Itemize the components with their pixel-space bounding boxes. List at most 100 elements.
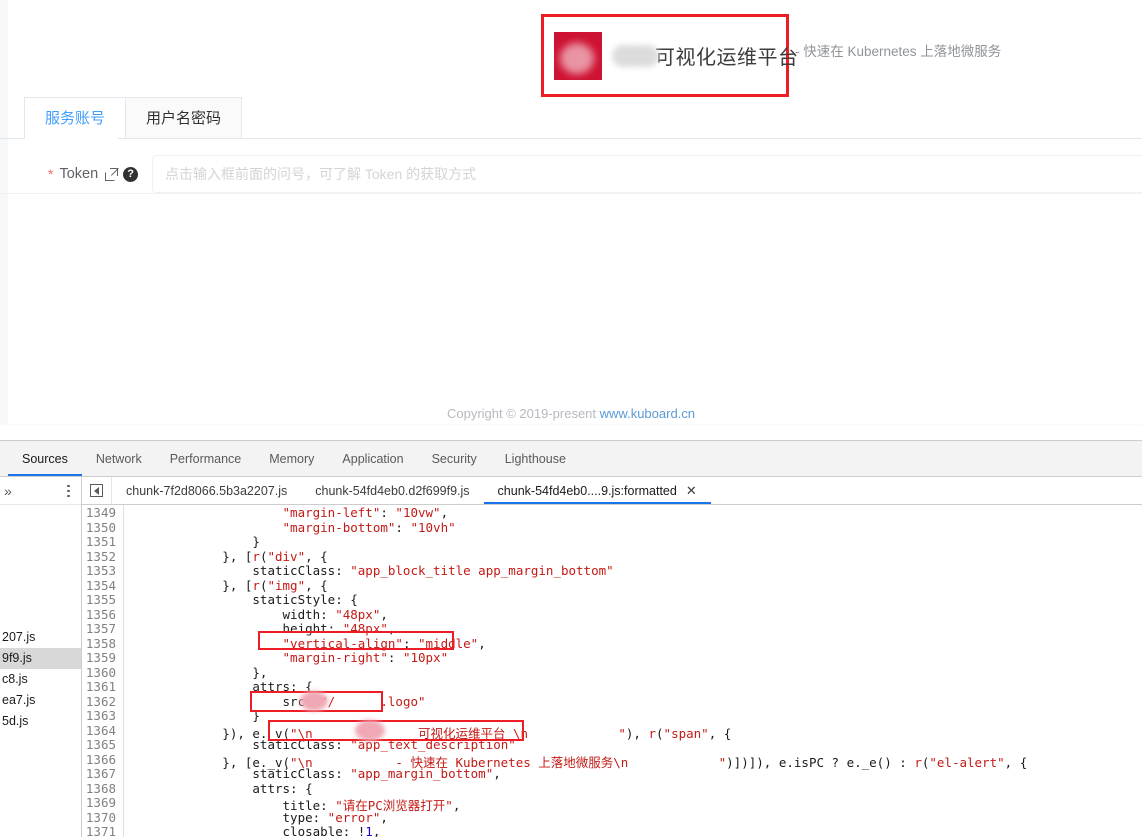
code-line: 1359 "margin-right": "10px" xyxy=(82,650,1142,665)
kuboard-logo-icon xyxy=(554,31,602,80)
nav-file-item[interactable]: c8.js xyxy=(0,669,81,690)
devtools-body: » 207.js 9f9.js c8.js ea7.js 5d.js chunk… xyxy=(0,477,1142,837)
brand-header-highlight-box: 可视化运维平台 xyxy=(541,14,798,97)
code-text: }, [r("div", { xyxy=(132,548,328,564)
code-line: 1371 closable: !1, xyxy=(82,824,1142,837)
code-line: 1355 staticStyle: { xyxy=(82,592,1142,607)
code-text: staticClass: "app_text_description" xyxy=(132,737,516,752)
token-label-text: Token xyxy=(59,166,99,182)
token-form-row: * Token ? xyxy=(0,155,1142,193)
active-tab-connector xyxy=(25,138,118,139)
code-line: 1354 }, [r("img", { xyxy=(82,577,1142,593)
tabs-divider xyxy=(0,138,1142,139)
devtools-panel: Sources Network Performance Memory Appli… xyxy=(0,440,1142,837)
line-number: 1356 xyxy=(82,606,124,622)
collapse-sidebar-icon[interactable] xyxy=(82,477,112,504)
title-redaction-blur xyxy=(355,720,385,741)
editor-file-tabbar: chunk-7f2d8066.5b3a2207.js chunk-54fd4eb… xyxy=(82,477,1142,505)
code-line: 1362 src: "/ .logo" xyxy=(82,693,1142,709)
tab-service-account[interactable]: 服务账号 xyxy=(24,97,127,139)
line-number: 1353 xyxy=(82,563,124,578)
code-text: closable: !1, xyxy=(132,824,381,837)
code-line: 1350 "margin-bottom": "10vh" xyxy=(82,519,1142,535)
code-text: "margin-bottom": "10vh" xyxy=(282,519,456,535)
login-method-tabs: 服务账号 用户名密码 xyxy=(24,97,243,139)
code-line: 1370 type: "error", xyxy=(82,809,1142,825)
line-number: 1363 xyxy=(82,708,124,723)
code-text: }, [e._v("\n - 快速在 Kubernetes 上落地微服务\n "… xyxy=(132,754,1028,770)
code-line: 1357 height: "48px", xyxy=(82,621,1142,636)
devtools-tab-performance[interactable]: Performance xyxy=(156,441,256,476)
tab-username-password[interactable]: 用户名密码 xyxy=(126,97,243,139)
code-text: staticClass: "app_margin_bottom", xyxy=(132,766,501,781)
sources-navigator: » 207.js 9f9.js c8.js ea7.js 5d.js xyxy=(0,477,82,837)
code-line: 1361 attrs: { xyxy=(82,679,1142,694)
devtools-tab-lighthouse[interactable]: Lighthouse xyxy=(491,441,580,476)
devtools-tab-security[interactable]: Security xyxy=(418,441,491,476)
code-text: staticStyle: { xyxy=(132,592,358,607)
code-line: 1349 "margin-left": "10vw", xyxy=(82,505,1142,520)
nav-file-item[interactable]: 207.js xyxy=(0,627,81,648)
line-number: 1366 xyxy=(82,751,124,767)
code-line: 1352 }, [r("div", { xyxy=(82,548,1142,564)
devtools-tab-sources[interactable]: Sources xyxy=(8,441,82,476)
line-number: 1370 xyxy=(82,809,124,825)
file-tab-chunk-54fd4eb0[interactable]: chunk-54fd4eb0.d2f699f9.js xyxy=(301,477,483,504)
line-number: 1358 xyxy=(82,635,124,651)
kuboard-site-link[interactable]: www.kuboard.cn xyxy=(600,406,695,421)
nav-file-item[interactable]: ea7.js xyxy=(0,690,81,711)
code-line: 1364 }), e._v("\n 可视化运维平台 \n "), r("span… xyxy=(82,722,1142,741)
line-number: 1365 xyxy=(82,737,124,752)
code-text: } xyxy=(132,708,260,723)
file-tab-label: chunk-54fd4eb0.d2f699f9.js xyxy=(315,483,470,498)
form-row-divider xyxy=(0,193,1142,194)
navigator-toolbar: » xyxy=(0,477,81,505)
code-viewer[interactable]: 1349 "margin-left": "10vw", 1350 "margin-… xyxy=(82,505,1142,837)
navigator-overflow-chevron-icon[interactable]: » xyxy=(4,484,12,498)
copyright-text: Copyright © 2019-present xyxy=(446,406,600,421)
code-text: type: "error", xyxy=(132,809,388,825)
line-number: 1350 xyxy=(82,519,124,535)
code-line: 1366 }, [e._v("\n - 快速在 Kubernetes 上落地微服… xyxy=(82,751,1142,770)
devtools-tabbar-left-edge xyxy=(0,441,8,476)
brand-name: 可视化运维平台 xyxy=(655,47,799,69)
line-number: 1371 xyxy=(82,824,124,837)
page-copyright: Copyright © 2019-present www.kuboard.cn xyxy=(0,406,1142,421)
nav-file-item[interactable]: 9f9.js xyxy=(0,648,81,669)
line-number: 1360 xyxy=(82,664,124,680)
line-number: 1361 xyxy=(82,679,124,694)
required-marker: * xyxy=(48,166,54,182)
code-line: 1358 "vertical-align": "middle", xyxy=(82,635,1142,651)
page-bottom-strip xyxy=(0,424,1142,440)
token-input[interactable] xyxy=(152,155,1142,193)
line-number: 1367 xyxy=(82,766,124,781)
code-text: title: "请在PC浏览器打开", xyxy=(132,798,461,813)
code-text: }, xyxy=(132,664,268,680)
file-tab-chunk-7f2d8066[interactable]: chunk-7f2d8066.5b3a2207.js xyxy=(112,477,301,504)
devtools-tab-application[interactable]: Application xyxy=(328,441,417,476)
devtools-tab-memory[interactable]: Memory xyxy=(255,441,328,476)
line-number: 1369 xyxy=(82,795,124,810)
code-text: }), e._v("\n 可视化运维平台 \n "), r("span", { xyxy=(132,725,732,741)
code-text: } xyxy=(132,534,260,549)
close-icon[interactable]: ✕ xyxy=(686,484,697,497)
code-text: "margin-right": "10px" xyxy=(282,650,449,665)
external-link-icon[interactable] xyxy=(105,167,120,181)
src-redaction-blur xyxy=(300,691,328,711)
help-question-icon[interactable]: ? xyxy=(123,166,139,182)
line-number: 1351 xyxy=(82,534,124,549)
vertical-dots-icon[interactable] xyxy=(61,484,75,498)
nav-file-item[interactable]: 5d.js xyxy=(0,711,81,732)
line-number: 1357 xyxy=(82,621,124,636)
code-text: attrs: { xyxy=(132,780,313,796)
line-number: 1368 xyxy=(82,780,124,796)
code-text: src: "/ .logo" xyxy=(132,693,426,709)
brand-title-wrap: 可视化运维平台 xyxy=(612,32,799,80)
devtools-tab-network[interactable]: Network xyxy=(82,441,156,476)
code-line: 1363 } xyxy=(82,708,1142,723)
page-left-gutter xyxy=(0,0,8,440)
browser-page-viewport: 可视化运维平台 - 快速在 Kubernetes 上落地微服务 服务账号 用户名… xyxy=(0,0,1142,440)
brand-tagline: - 快速在 Kubernetes 上落地微服务 xyxy=(795,44,1002,59)
code-text: "vertical-align": "middle", xyxy=(282,635,486,651)
file-tab-chunk-54fd4eb0-formatted[interactable]: chunk-54fd4eb0....9.js:formatted ✕ xyxy=(483,477,711,504)
